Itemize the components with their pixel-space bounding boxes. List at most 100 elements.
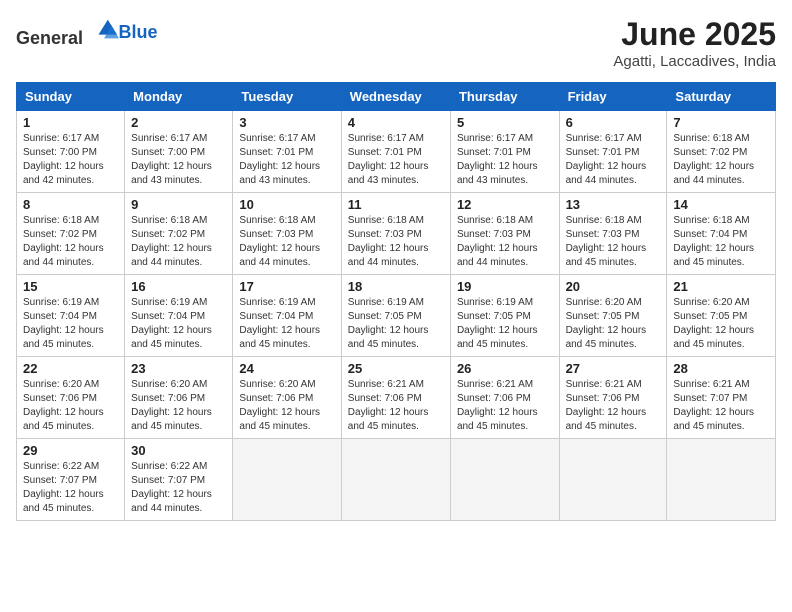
weekday-header: Sunday (17, 83, 125, 111)
day-info: Sunrise: 6:18 AMSunset: 7:03 PMDaylight:… (239, 214, 334, 270)
header: General Blue June 2025 Agatti, Laccadive… (16, 16, 776, 70)
weekday-header: Thursday (450, 83, 559, 111)
day-number: 28 (673, 361, 769, 376)
day-number: 17 (239, 279, 334, 294)
day-info: Sunrise: 6:21 AMSunset: 7:06 PMDaylight:… (566, 378, 661, 434)
day-info: Sunrise: 6:18 AMSunset: 7:02 PMDaylight:… (131, 214, 226, 270)
day-info: Sunrise: 6:20 AMSunset: 7:06 PMDaylight:… (23, 378, 118, 434)
day-info: Sunrise: 6:20 AMSunset: 7:05 PMDaylight:… (673, 296, 769, 352)
day-number: 6 (566, 115, 661, 130)
day-number: 16 (131, 279, 226, 294)
weekday-header: Friday (559, 83, 667, 111)
day-number: 23 (131, 361, 226, 376)
calendar-cell (233, 439, 341, 521)
title-area: June 2025 Agatti, Laccadives, India (613, 16, 776, 70)
calendar-cell: 6 Sunrise: 6:17 AMSunset: 7:01 PMDaylight… (559, 111, 667, 193)
calendar-cell: 1 Sunrise: 6:17 AMSunset: 7:00 PMDaylight… (17, 111, 125, 193)
day-number: 7 (673, 115, 769, 130)
day-info: Sunrise: 6:20 AMSunset: 7:05 PMDaylight:… (566, 296, 661, 352)
day-info: Sunrise: 6:21 AMSunset: 7:06 PMDaylight:… (348, 378, 444, 434)
calendar-cell: 12 Sunrise: 6:18 AMSunset: 7:03 PMDayligh… (450, 193, 559, 275)
day-info: Sunrise: 6:18 AMSunset: 7:03 PMDaylight:… (457, 214, 553, 270)
day-info: Sunrise: 6:19 AMSunset: 7:04 PMDaylight:… (239, 296, 334, 352)
calendar-cell (341, 439, 450, 521)
day-number: 22 (23, 361, 118, 376)
logo: General Blue (16, 16, 158, 49)
day-number: 9 (131, 197, 226, 212)
calendar-cell: 18 Sunrise: 6:19 AMSunset: 7:05 PMDayligh… (341, 275, 450, 357)
day-info: Sunrise: 6:19 AMSunset: 7:05 PMDaylight:… (348, 296, 444, 352)
day-info: Sunrise: 6:20 AMSunset: 7:06 PMDaylight:… (131, 378, 226, 434)
day-number: 12 (457, 197, 553, 212)
calendar-cell: 26 Sunrise: 6:21 AMSunset: 7:06 PMDayligh… (450, 357, 559, 439)
day-number: 1 (23, 115, 118, 130)
calendar-cell: 4 Sunrise: 6:17 AMSunset: 7:01 PMDaylight… (341, 111, 450, 193)
calendar-cell: 28 Sunrise: 6:21 AMSunset: 7:07 PMDayligh… (667, 357, 776, 439)
day-number: 24 (239, 361, 334, 376)
calendar-cell: 11 Sunrise: 6:18 AMSunset: 7:03 PMDayligh… (341, 193, 450, 275)
day-number: 18 (348, 279, 444, 294)
logo-blue: Blue (119, 22, 158, 43)
day-number: 15 (23, 279, 118, 294)
weekday-header: Saturday (667, 83, 776, 111)
calendar-cell: 15 Sunrise: 6:19 AMSunset: 7:04 PMDayligh… (17, 275, 125, 357)
calendar-cell: 30 Sunrise: 6:22 AMSunset: 7:07 PMDayligh… (125, 439, 233, 521)
day-info: Sunrise: 6:19 AMSunset: 7:04 PMDaylight:… (23, 296, 118, 352)
day-info: Sunrise: 6:17 AMSunset: 7:00 PMDaylight:… (131, 132, 226, 188)
calendar-cell: 19Sunrise: 6:19 AMSunset: 7:05 PMDayligh… (450, 275, 559, 357)
location-title: Agatti, Laccadives, India (613, 53, 776, 70)
day-info: Sunrise: 6:22 AMSunset: 7:07 PMDaylight:… (131, 460, 226, 516)
calendar-cell: 9 Sunrise: 6:18 AMSunset: 7:02 PMDaylight… (125, 193, 233, 275)
day-number: 21 (673, 279, 769, 294)
day-number: 20 (566, 279, 661, 294)
day-number: 8 (23, 197, 118, 212)
weekday-header: Monday (125, 83, 233, 111)
day-info: Sunrise: 6:22 AMSunset: 7:07 PMDaylight:… (23, 460, 118, 516)
day-info: Sunrise: 6:18 AMSunset: 7:03 PMDaylight:… (566, 214, 661, 270)
calendar-cell: 17 Sunrise: 6:19 AMSunset: 7:04 PMDayligh… (233, 275, 341, 357)
calendar-cell: 20 Sunrise: 6:20 AMSunset: 7:05 PMDayligh… (559, 275, 667, 357)
day-info: Sunrise: 6:18 AMSunset: 7:04 PMDaylight:… (673, 214, 769, 270)
logo-general: General (16, 28, 83, 48)
day-number: 10 (239, 197, 334, 212)
day-info: Sunrise: 6:19 AMSunset: 7:05 PMDaylight:… (457, 296, 553, 352)
month-title: June 2025 (613, 16, 776, 53)
calendar-cell (450, 439, 559, 521)
day-info: Sunrise: 6:18 AMSunset: 7:02 PMDaylight:… (23, 214, 118, 270)
calendar-cell: 7 Sunrise: 6:18 AMSunset: 7:02 PMDaylight… (667, 111, 776, 193)
day-number: 3 (239, 115, 334, 130)
calendar-cell (559, 439, 667, 521)
calendar-cell: 13 Sunrise: 6:18 AMSunset: 7:03 PMDayligh… (559, 193, 667, 275)
day-number: 13 (566, 197, 661, 212)
day-info: Sunrise: 6:19 AMSunset: 7:04 PMDaylight:… (131, 296, 226, 352)
calendar-cell: 24 Sunrise: 6:20 AMSunset: 7:06 PMDayligh… (233, 357, 341, 439)
day-info: Sunrise: 6:17 AMSunset: 7:01 PMDaylight:… (239, 132, 334, 188)
calendar-table: SundayMondayTuesdayWednesdayThursdayFrid… (16, 82, 776, 521)
day-info: Sunrise: 6:21 AMSunset: 7:07 PMDaylight:… (673, 378, 769, 434)
day-info: Sunrise: 6:20 AMSunset: 7:06 PMDaylight:… (239, 378, 334, 434)
calendar-cell: 8 Sunrise: 6:18 AMSunset: 7:02 PMDaylight… (17, 193, 125, 275)
calendar-cell: 5Sunrise: 6:17 AMSunset: 7:01 PMDaylight… (450, 111, 559, 193)
day-number: 29 (23, 443, 118, 458)
calendar-cell: 10 Sunrise: 6:18 AMSunset: 7:03 PMDayligh… (233, 193, 341, 275)
day-number: 11 (348, 197, 444, 212)
calendar-cell: 23 Sunrise: 6:20 AMSunset: 7:06 PMDayligh… (125, 357, 233, 439)
calendar-cell: 22 Sunrise: 6:20 AMSunset: 7:06 PMDayligh… (17, 357, 125, 439)
day-info: Sunrise: 6:18 AMSunset: 7:02 PMDaylight:… (673, 132, 769, 188)
day-number: 27 (566, 361, 661, 376)
day-number: 2 (131, 115, 226, 130)
day-number: 30 (131, 443, 226, 458)
day-number: 5 (457, 115, 553, 130)
calendar-cell: 29 Sunrise: 6:22 AMSunset: 7:07 PMDayligh… (17, 439, 125, 521)
calendar-cell: 25Sunrise: 6:21 AMSunset: 7:06 PMDayligh… (341, 357, 450, 439)
day-number: 26 (457, 361, 553, 376)
day-info: Sunrise: 6:17 AMSunset: 7:00 PMDaylight:… (23, 132, 118, 188)
day-info: Sunrise: 6:21 AMSunset: 7:06 PMDaylight:… (457, 378, 553, 434)
day-info: Sunrise: 6:17 AMSunset: 7:01 PMDaylight:… (566, 132, 661, 188)
day-number: 4 (348, 115, 444, 130)
calendar-cell: 27 Sunrise: 6:21 AMSunset: 7:06 PMDayligh… (559, 357, 667, 439)
day-number: 14 (673, 197, 769, 212)
day-info: Sunrise: 6:18 AMSunset: 7:03 PMDaylight:… (348, 214, 444, 270)
day-info: Sunrise: 6:17 AMSunset: 7:01 PMDaylight:… (348, 132, 444, 188)
calendar-cell: 3 Sunrise: 6:17 AMSunset: 7:01 PMDaylight… (233, 111, 341, 193)
